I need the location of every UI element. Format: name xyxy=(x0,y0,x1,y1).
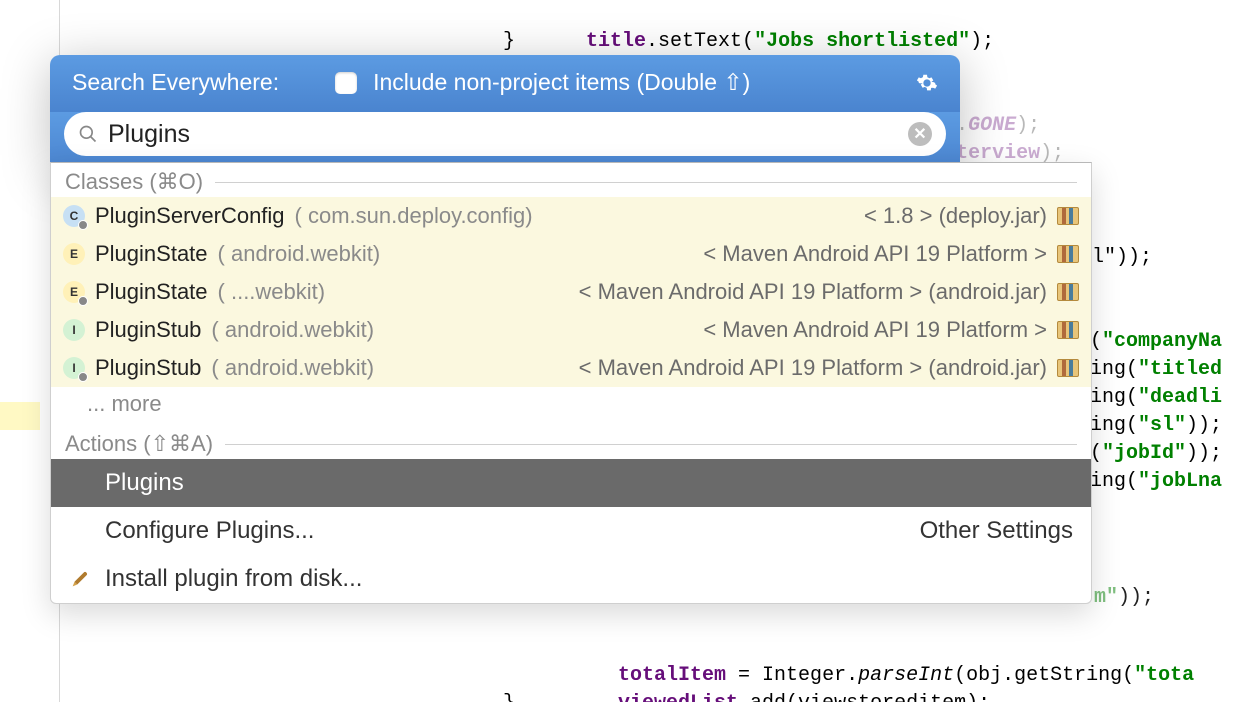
divider xyxy=(225,444,1077,445)
code-token: m")); xyxy=(1094,584,1154,612)
action-label: Install plugin from disk... xyxy=(105,565,1073,593)
library-icon xyxy=(1057,245,1079,263)
action-result-row[interactable]: Plugins xyxy=(51,459,1091,507)
class-package: ( ....webkit) xyxy=(218,279,326,305)
search-input[interactable] xyxy=(108,120,898,149)
action-label: Plugins xyxy=(105,469,1073,497)
section-label: Classes (⌘O) xyxy=(65,169,203,195)
class-package: ( android.webkit) xyxy=(211,317,374,343)
class-source: < Maven Android API 19 Platform > xyxy=(703,317,1047,343)
class-name: PluginState xyxy=(95,241,208,267)
gear-icon[interactable] xyxy=(916,72,938,94)
class-source: < Maven Android API 19 Platform > (andro… xyxy=(579,279,1047,305)
action-result-row[interactable]: Configure Plugins... Other Settings xyxy=(51,507,1091,555)
class-package: ( com.sun.deploy.config) xyxy=(295,203,533,229)
class-source: < Maven Android API 19 Platform > (andro… xyxy=(579,355,1047,381)
section-header-actions: Actions (⇧⌘A) xyxy=(51,425,1091,459)
class-result-row[interactable]: E PluginState ( ....webkit) < Maven Androi… xyxy=(51,273,1091,311)
library-icon xyxy=(1057,321,1079,339)
library-icon xyxy=(1057,283,1079,301)
class-name: PluginStub xyxy=(95,355,201,381)
class-result-row[interactable]: E PluginState ( android.webkit) < Maven An… xyxy=(51,235,1091,273)
class-result-row[interactable]: I PluginStub ( android.webkit) < Maven And… xyxy=(51,349,1091,387)
class-type-icon: E xyxy=(63,243,85,265)
class-package: ( android.webkit) xyxy=(211,355,374,381)
section-header-classes: Classes (⌘O) xyxy=(51,163,1091,197)
clear-icon[interactable]: ✕ xyxy=(908,122,932,146)
search-icon xyxy=(78,124,98,144)
class-name: PluginStub xyxy=(95,317,201,343)
class-name: PluginState xyxy=(95,279,208,305)
action-label: Configure Plugins... xyxy=(105,517,906,545)
action-context: Other Settings xyxy=(920,517,1073,545)
class-type-icon: C xyxy=(63,205,85,227)
class-result-row[interactable]: I PluginStub ( android.webkit) < Maven And… xyxy=(51,311,1091,349)
brush-icon xyxy=(69,568,91,590)
class-type-icon: I xyxy=(63,357,85,379)
class-name: PluginServerConfig xyxy=(95,203,285,229)
library-icon xyxy=(1057,359,1079,377)
class-source: < 1.8 > (deploy.jar) xyxy=(864,203,1047,229)
include-nonproject-checkbox[interactable] xyxy=(335,72,357,94)
section-label: Actions (⇧⌘A) xyxy=(65,431,213,457)
code-token: } xyxy=(503,692,515,702)
search-everywhere-popup: Search Everywhere: Include non-project i… xyxy=(50,55,960,170)
action-result-row[interactable]: Install plugin from disk... xyxy=(51,555,1091,603)
class-package: ( android.webkit) xyxy=(218,241,381,267)
include-nonproject-label[interactable]: Include non-project items (Double ⇧) xyxy=(373,69,900,96)
popup-header: Search Everywhere: Include non-project i… xyxy=(50,55,960,112)
more-link[interactable]: ... more xyxy=(51,387,1091,425)
code-token: l")); xyxy=(1092,246,1152,269)
results-panel: Classes (⌘O) C PluginServerConfig ( com.s… xyxy=(50,162,1092,604)
popup-title: Search Everywhere: xyxy=(72,69,279,96)
code-token: } xyxy=(503,30,515,53)
class-type-icon: E xyxy=(63,281,85,303)
search-input-wrap: ✕ xyxy=(64,112,946,156)
class-result-row[interactable]: C PluginServerConfig ( com.sun.deploy.con… xyxy=(51,197,1091,235)
class-type-icon: I xyxy=(63,319,85,341)
library-icon xyxy=(1057,207,1079,225)
class-source: < Maven Android API 19 Platform > xyxy=(703,241,1047,267)
divider xyxy=(215,182,1077,183)
